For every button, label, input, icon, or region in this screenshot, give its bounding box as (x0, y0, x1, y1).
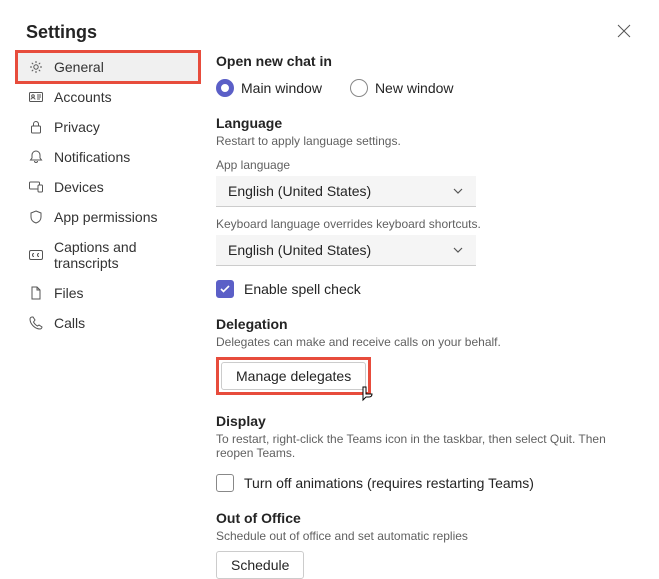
checkbox-label: Turn off animations (requires restarting… (244, 475, 534, 491)
keyboard-language-label: Keyboard language overrides keyboard sho… (216, 217, 639, 231)
language-heading: Language (216, 115, 639, 131)
display-heading: Display (216, 413, 639, 429)
sidebar-item-general[interactable]: General (18, 53, 198, 81)
ooo-hint: Schedule out of office and set automatic… (216, 529, 639, 543)
main-content: Open new chat in Main window New window … (198, 53, 659, 579)
turn-off-animations-checkbox[interactable]: Turn off animations (requires restarting… (216, 474, 639, 492)
page-title: Settings (26, 22, 97, 43)
radio-main-window[interactable]: Main window (216, 79, 322, 97)
delegation-heading: Delegation (216, 316, 639, 332)
radio-new-window[interactable]: New window (350, 79, 454, 97)
sidebar-item-privacy[interactable]: Privacy (18, 113, 198, 141)
spell-check-checkbox[interactable]: Enable spell check (216, 280, 639, 298)
manage-delegates-button[interactable]: Manage delegates (221, 362, 366, 390)
radio-label: New window (375, 80, 454, 96)
close-icon (617, 24, 631, 38)
schedule-button[interactable]: Schedule (216, 551, 304, 579)
captions-icon (28, 247, 44, 263)
sidebar-item-label: Calls (54, 315, 85, 331)
chevron-down-icon (452, 244, 464, 256)
id-card-icon (28, 89, 44, 105)
sidebar-item-devices[interactable]: Devices (18, 173, 198, 201)
sidebar-item-files[interactable]: Files (18, 279, 198, 307)
checkbox-checked-icon (216, 280, 234, 298)
delegation-hint: Delegates can make and receive calls on … (216, 335, 639, 349)
radio-checked-icon (216, 79, 234, 97)
bell-icon (28, 149, 44, 165)
select-value: English (United States) (228, 242, 371, 258)
keyboard-language-select[interactable]: English (United States) (216, 235, 476, 266)
gear-icon (28, 59, 44, 75)
ooo-heading: Out of Office (216, 510, 639, 526)
lock-icon (28, 119, 44, 135)
sidebar-item-notifications[interactable]: Notifications (18, 143, 198, 171)
sidebar-item-label: General (54, 59, 104, 75)
checkbox-unchecked-icon (216, 474, 234, 492)
sidebar-item-label: Files (54, 285, 84, 301)
sidebar-item-label: Notifications (54, 149, 130, 165)
sidebar-item-label: Accounts (54, 89, 112, 105)
chevron-down-icon (452, 185, 464, 197)
sidebar-item-calls[interactable]: Calls (18, 309, 198, 337)
app-language-label: App language (216, 158, 639, 172)
close-button[interactable] (615, 22, 633, 40)
devices-icon (28, 179, 44, 195)
radio-unchecked-icon (350, 79, 368, 97)
open-chat-heading: Open new chat in (216, 53, 639, 69)
display-hint: To restart, right-click the Teams icon i… (216, 432, 639, 460)
language-hint: Restart to apply language settings. (216, 134, 639, 148)
sidebar-item-label: Devices (54, 179, 104, 195)
phone-icon (28, 315, 44, 331)
app-language-select[interactable]: English (United States) (216, 176, 476, 207)
sidebar-item-label: Captions and transcripts (54, 239, 188, 271)
sidebar-item-captions[interactable]: Captions and transcripts (18, 233, 198, 277)
sidebar-item-app-permissions[interactable]: App permissions (18, 203, 198, 231)
sidebar: General Accounts Privacy Notifications D (18, 53, 198, 579)
sidebar-item-accounts[interactable]: Accounts (18, 83, 198, 111)
sidebar-item-label: App permissions (54, 209, 158, 225)
sidebar-item-label: Privacy (54, 119, 100, 135)
select-value: English (United States) (228, 183, 371, 199)
radio-label: Main window (241, 80, 322, 96)
shield-icon (28, 209, 44, 225)
file-icon (28, 285, 44, 301)
checkbox-label: Enable spell check (244, 281, 361, 297)
